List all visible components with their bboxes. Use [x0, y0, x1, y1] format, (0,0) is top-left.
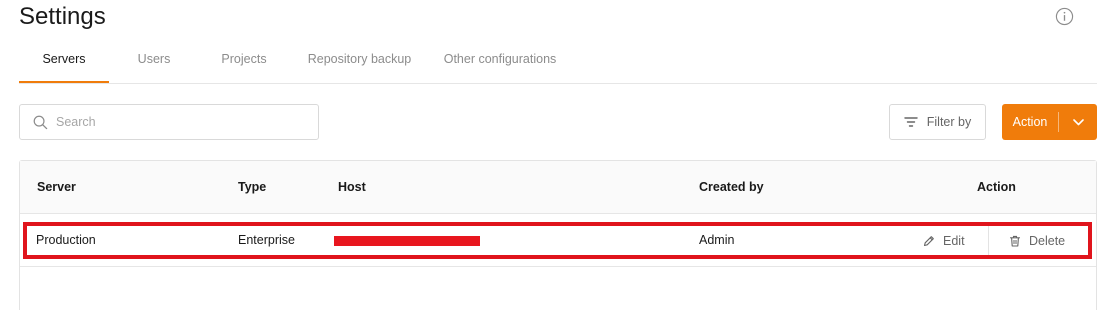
- trash-icon: [1009, 235, 1021, 247]
- column-header-host: Host: [338, 180, 366, 194]
- edit-button[interactable]: Edit: [923, 232, 965, 250]
- redacted-host: [334, 236, 480, 246]
- edit-button-label: Edit: [943, 234, 965, 248]
- filter-icon: [904, 117, 918, 127]
- tab-projects[interactable]: Projects: [199, 40, 289, 83]
- cell-server: Production: [36, 233, 96, 247]
- tab-bar: Servers Users Projects Repository backup…: [19, 40, 1097, 84]
- column-header-server: Server: [37, 180, 76, 194]
- cell-type: Enterprise: [238, 233, 295, 247]
- tab-repository-backup[interactable]: Repository backup: [289, 40, 430, 83]
- column-header-created-by: Created by: [699, 180, 764, 194]
- tab-servers[interactable]: Servers: [19, 40, 109, 83]
- search-box[interactable]: [19, 104, 319, 140]
- table-row[interactable]: Production Enterprise Admin Edit Delete: [20, 214, 1096, 267]
- search-icon: [33, 115, 48, 129]
- action-button-label: Action: [1012, 115, 1048, 129]
- action-divider: [988, 226, 989, 255]
- chevron-down-icon: [1072, 118, 1084, 125]
- action-button[interactable]: Action: [1002, 104, 1097, 140]
- tab-users[interactable]: Users: [109, 40, 199, 83]
- cell-created-by: Admin: [699, 233, 735, 247]
- action-dropdown-toggle[interactable]: [1059, 118, 1097, 126]
- column-header-type: Type: [238, 180, 267, 194]
- delete-button[interactable]: Delete: [1009, 232, 1065, 250]
- delete-button-label: Delete: [1029, 234, 1066, 248]
- filter-button-label: Filter by: [926, 115, 972, 129]
- info-icon[interactable]: [1055, 7, 1074, 26]
- tab-other-configurations[interactable]: Other configurations: [430, 40, 570, 83]
- filter-button[interactable]: Filter by: [889, 104, 986, 140]
- pencil-icon: [923, 236, 934, 247]
- table-header: Server Type Host Created by Action: [20, 161, 1096, 214]
- page-title: Settings: [19, 3, 106, 30]
- search-input[interactable]: [56, 115, 296, 129]
- servers-table: Server Type Host Created by Action Produ…: [19, 160, 1097, 310]
- column-header-action: Action: [977, 180, 1016, 194]
